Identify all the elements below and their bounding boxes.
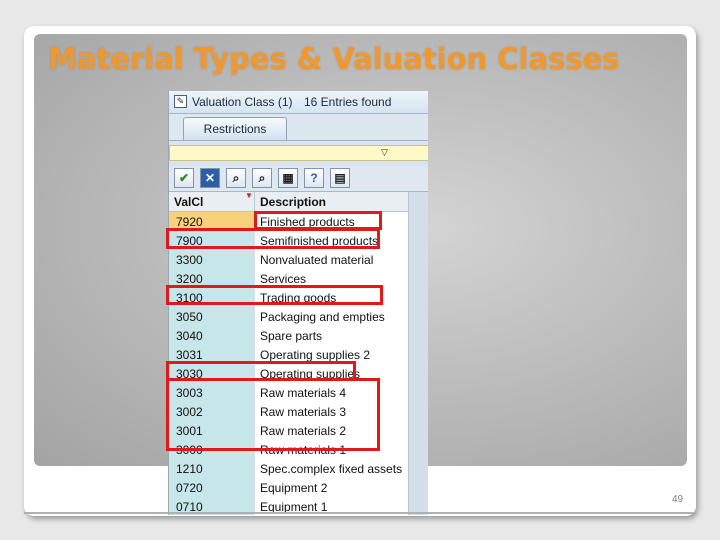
table-row[interactable]: 3040 Spare parts (169, 326, 408, 345)
slide-bottom-border (24, 512, 696, 514)
entries-count: 16 Entries found (304, 95, 392, 109)
valuation-class-description: Operating supplies 2 (260, 348, 371, 362)
triangle-down-icon[interactable]: ▽ (381, 148, 388, 157)
valuation-class-description: Services (260, 272, 307, 286)
highlight-box-trading-goods (166, 285, 383, 305)
valuation-class-key: 3050 (176, 310, 203, 324)
valuation-class-description: Nonvaluated material (260, 253, 374, 267)
table-row[interactable]: 3050 Packaging and empties (169, 307, 408, 326)
highlight-box-semifinished-products (166, 228, 380, 249)
highlight-box-raw-materials (166, 378, 380, 451)
column-header-description[interactable]: Description (260, 195, 326, 209)
valuation-class-description: Spare parts (260, 329, 323, 343)
valuation-class-key: 3040 (176, 329, 203, 343)
find-icon[interactable]: ⌕ (226, 168, 246, 188)
dialog-toolbar: ✔ ✕ ⌕ ⌕ ▦ ? ▤ (169, 166, 428, 192)
edit-icon: ✎ (174, 95, 187, 108)
table-row[interactable]: 1210 Spec.complex fixed assets (169, 459, 408, 478)
vertical-scrollbar[interactable] (408, 192, 428, 515)
dialog-title: Valuation Class (1) (192, 95, 293, 109)
valuation-class-key: 7920 (176, 215, 203, 229)
help-icon[interactable]: ? (304, 168, 324, 188)
tab-restrictions[interactable]: Restrictions (183, 117, 287, 140)
find-next-icon[interactable]: ⌕ (252, 168, 272, 188)
header-divider (254, 192, 255, 211)
select-icon[interactable]: ▦ (278, 168, 298, 188)
print-icon[interactable]: ▤ (330, 168, 350, 188)
valuation-class-key: 1210 (176, 462, 203, 476)
slide-title: Material Types & Valuation Classes (48, 42, 620, 76)
table-row[interactable]: 0720 Equipment 2 (169, 478, 408, 497)
valuation-class-description: Equipment 2 (260, 481, 328, 495)
restrictions-toggle-bar[interactable]: ▽ (169, 145, 428, 161)
check-icon[interactable]: ✔ (174, 168, 194, 188)
dialog-titlebar: ✎ Valuation Class (1) 16 Entries found (169, 91, 428, 114)
table-header: ValCl ▼ Description (169, 191, 408, 212)
valuation-class-key: 0720 (176, 481, 203, 495)
valuation-class-key: 3200 (176, 272, 203, 286)
valuation-class-key: 3031 (176, 348, 203, 362)
column-header-valcl[interactable]: ValCl (174, 195, 203, 209)
sort-indicator-icon: ▼ (245, 191, 253, 200)
valuation-class-description: Spec.complex fixed assets (260, 462, 403, 476)
table-row[interactable]: 3300 Nonvaluated material (169, 250, 408, 269)
valuation-class-description: Packaging and empties (260, 310, 385, 324)
tabstrip: Restrictions (169, 114, 428, 141)
slide-page-number: 49 (672, 494, 684, 505)
cancel-icon[interactable]: ✕ (200, 168, 220, 188)
valuation-class-key: 3300 (176, 253, 203, 267)
